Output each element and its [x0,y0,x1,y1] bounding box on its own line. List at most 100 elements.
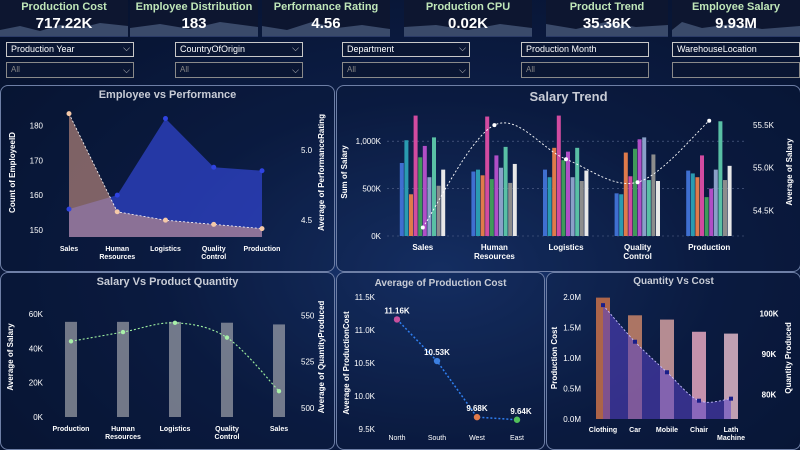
bar [584,170,589,236]
y2-tick-label: 4.5 [301,216,313,225]
filter-production-year-select[interactable]: All ⌵ [6,62,134,78]
data-point [393,316,401,323]
data-point [259,168,265,174]
kpi-value: 4.56 [311,15,341,32]
filter-warehouse-location-label[interactable]: WarehouseLocation [672,42,800,57]
y-tick-label: 40K [29,344,44,353]
bar [480,175,485,236]
y2-tick-label: 525 [301,358,315,367]
filter-label: CountryOfOrigin [180,44,246,54]
x-tick-label: Quality [202,246,226,253]
kpi-title: Product Trend [569,1,645,13]
panel-average-production-cost[interactable]: Average of Production Cost 9.5K 10.0K 10.5… [336,272,545,450]
data-point [665,370,669,375]
kpi-title: Production Cost [21,1,107,13]
filter-department-label[interactable]: Department ⌵ [342,42,470,57]
axis-label: Average of QuantityProduced [317,301,326,414]
bar [619,194,624,236]
bar [566,151,570,236]
x-tick-label: Control [201,254,226,261]
y2-tick-label: 90K [762,350,777,359]
bar [436,185,441,236]
chevron-down-icon[interactable]: ⌵ [292,63,299,77]
y-tick-label: 0K [33,413,43,422]
filter-department-select[interactable]: All ⌵ [342,62,470,78]
bar [718,121,723,236]
bar [508,182,513,236]
kpi-value: 0.02K [447,15,489,32]
bar [418,157,423,236]
y-tick-label: 0.5M [563,385,581,394]
bar [552,147,557,236]
chevron-down-icon[interactable]: ⌵ [459,42,466,55]
panel-salary-vs-product-quantity[interactable]: Salary Vs Product Quantity 0K 20K 40K 60K 50… [0,272,335,450]
bar [695,177,700,236]
filter-country-of-origin-label[interactable]: CountryOfOrigin ⌵ [175,42,303,57]
data-point [68,339,74,344]
data-label: 9.64K [510,407,532,416]
panel-employee-vs-performance[interactable]: Employee vs Performance 150 160 170 180 4.5 5… [0,85,335,272]
chevron-down-icon[interactable]: ⌵ [292,42,299,55]
data-point [433,357,441,365]
salary-vs-quantity-chart: 0K 20K 40K 60K 500 525 550 Production HumanResou… [6,301,326,441]
data-point [697,398,701,403]
filter-value: All [180,65,189,74]
x-tick-label: Resources [474,252,515,261]
filter-production-year-label[interactable]: Production Year ⌵ [6,42,134,57]
data-point [163,217,168,223]
y2-tick-label: 5.0 [301,146,313,155]
bar [723,180,727,236]
bar [543,169,547,236]
y2-tick-label: 100K [759,309,778,318]
y-tick-label: 150 [30,226,44,235]
data-point [601,303,605,308]
filter-country-of-origin-select[interactable]: All ⌵ [175,62,303,78]
chevron-down-icon[interactable]: ⌵ [123,63,130,77]
x-tick-label: Sales [60,246,78,253]
x-tick-label: Quality [624,243,652,252]
bar [700,155,704,236]
bar [117,321,129,417]
bar [575,147,580,236]
y-tick-label: 0K [371,232,381,241]
y-tick-label: 500K [362,185,381,194]
data-point [66,206,72,212]
panel-salary-trend[interactable]: Salary Trend 0K 500K 1,000K 54.5K 55.0K 55.5K… [336,85,800,272]
y-tick-label: 10.5K [354,359,376,368]
bar [628,176,633,236]
bar [432,137,436,236]
x-tick-label: Human [111,426,135,433]
y2-tick-label: 80K [762,391,777,400]
x-tick-label: Production [244,246,281,253]
bar [727,165,732,236]
bar [686,170,691,236]
y2-tick-label: 55.0K [753,164,775,173]
data-point [492,123,497,128]
filter-production-month-select[interactable]: All [521,62,649,78]
kpi-title: Performance Rating [273,1,379,13]
bar [547,177,552,236]
bar [570,177,575,236]
bar [169,321,181,417]
bar [485,116,490,236]
bar [427,177,432,236]
filter-production-month-label[interactable]: Production Month [521,42,649,57]
data-point [473,413,481,421]
panel-quantity-vs-cost[interactable]: Quantity Vs Cost 0.0M 0.5M 1.0M 1.5M 2.0M 80K… [546,272,800,450]
bar [633,148,637,236]
y-tick-label: 170 [30,156,44,165]
y-tick-label: 180 [30,121,44,130]
data-point [707,118,712,123]
chevron-down-icon[interactable]: ⌵ [123,42,130,55]
data-point [163,115,168,121]
average-production-cost-chart: 9.5K 10.0K 10.5K 11.0K 11.5K 11.16K 10.53K 9.68… [342,293,532,442]
data-point [120,329,126,335]
y-tick-label: 11.5K [355,293,376,302]
data-label: 10.53K [424,348,450,357]
chevron-down-icon[interactable]: ⌵ [459,63,466,77]
x-tick-label: Logistics [150,246,181,253]
filter-warehouse-location-select[interactable] [672,62,800,78]
bar [476,169,480,236]
kpi-card-production-cost: Production Cost 717.22K [0,0,128,37]
data-point [211,164,217,170]
